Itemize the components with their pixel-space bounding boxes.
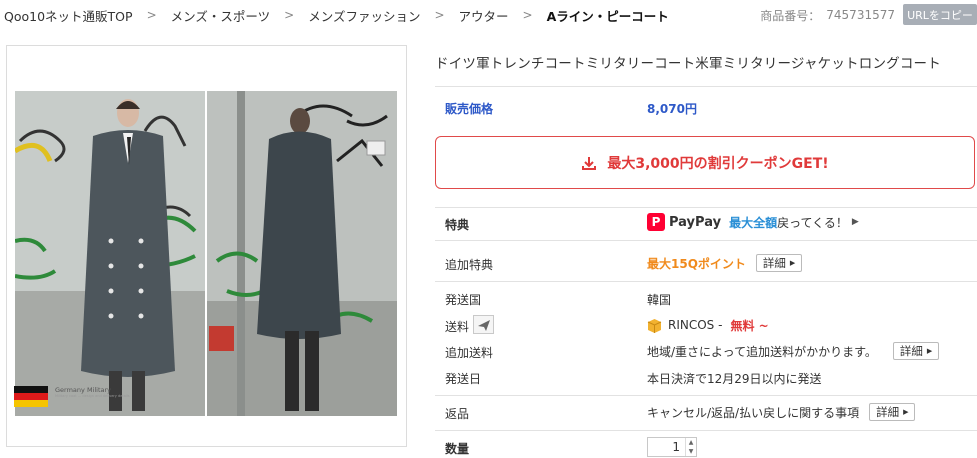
ship-date-value: 本日決済で12月29日以内に発送 — [647, 372, 822, 386]
product-photo-front — [15, 91, 205, 416]
product-image-panel[interactable]: Germany Military Military coat — design … — [6, 45, 407, 447]
divider — [435, 86, 977, 87]
extra-shipping-label: 追加送料 — [445, 346, 494, 360]
divider — [435, 395, 977, 396]
triangle-right-icon: ▶ — [789, 259, 796, 267]
image-caption-sub: Military coat — design and delivery deta… — [55, 394, 130, 399]
quantity-spinner[interactable]: ▲ ▼ — [685, 438, 696, 456]
paypay-rest: 戻ってくる！ — [777, 215, 848, 230]
detail-button-label: 詳細 — [876, 405, 900, 419]
plane-icon[interactable] — [473, 315, 494, 334]
divider — [435, 430, 977, 431]
image-caption-title: Germany Military — [55, 386, 112, 394]
breadcrumb-separator: > — [146, 8, 157, 22]
extra-benefit-row: 最大15Qポイント 詳細 ▶ — [647, 253, 803, 273]
breadcrumb-current-category[interactable]: Aライン・ピーコート — [547, 6, 669, 25]
product-number-value: 745731577 — [826, 8, 895, 22]
divider — [435, 281, 977, 282]
download-icon — [582, 156, 597, 170]
divider — [435, 207, 977, 208]
extra-shipping-value: 地域/重さによって追加送料がかかります。 — [647, 344, 877, 359]
paypay-text: PayPay — [669, 214, 722, 230]
returns-label: 返品 — [445, 407, 470, 421]
quantity-label: 数量 — [445, 442, 470, 456]
breadcrumb-separator: > — [522, 8, 533, 22]
detail-button-label: 詳細 — [762, 256, 786, 270]
returns-row: キャンセル/返品/払い戻しに関する事項 詳細 ▶ — [647, 402, 916, 422]
germany-flag — [14, 386, 48, 407]
triangle-right-icon: ▶ — [851, 217, 859, 227]
origin-value: 韓国 — [647, 293, 672, 307]
product-photo-back — [207, 91, 397, 416]
breadcrumb-outer[interactable]: アウター — [459, 6, 509, 25]
returns-value: キャンセル/返品/払い戻しに関する事項 — [647, 405, 860, 420]
shipping-row: RINCOS - 無料 ~ — [647, 316, 769, 334]
coupon-label: 最大3,000円の割引クーポンGET! — [607, 155, 829, 172]
ship-date-label: 発送日 — [445, 372, 482, 386]
breadcrumb-mens-fashion[interactable]: メンズファッション — [308, 6, 420, 25]
triangle-right-icon: ▶ — [903, 408, 909, 416]
spinner-down-icon[interactable]: ▼ — [686, 447, 696, 456]
product-number: 商品番号： 745731577 — [760, 4, 895, 26]
quantity-stepper[interactable]: 1 ▲ ▼ — [647, 437, 697, 457]
shipping-fee: 無料 ~ — [730, 318, 769, 333]
breadcrumb: Qoo10ネット通販TOP > メンズ・スポーツ > メンズファッション > ア… — [4, 4, 669, 26]
returns-detail-button[interactable]: 詳細 ▶ — [869, 403, 916, 421]
breadcrumb-separator: > — [434, 8, 445, 22]
box-icon — [647, 318, 662, 333]
spinner-up-icon[interactable]: ▲ — [686, 438, 696, 447]
price-label: 販売価格 — [445, 102, 494, 116]
extra-benefit-label: 追加特典 — [445, 258, 494, 272]
detail-button-label: 詳細 — [899, 344, 923, 358]
benefit-label: 特典 — [445, 218, 470, 232]
shipping-carrier: RINCOS - — [668, 318, 723, 332]
breadcrumb-mens-sports[interactable]: メンズ・スポーツ — [171, 6, 271, 25]
price-value: 8,070円 — [647, 102, 697, 116]
extra-shipping-row: 地域/重さによって追加送料がかかります。 詳細 ▶ — [647, 341, 940, 361]
product-number-label: 商品番号： — [760, 8, 821, 23]
quantity-value[interactable]: 1 — [648, 438, 685, 456]
triangle-right-icon: ▶ — [926, 347, 933, 355]
breadcrumb-top[interactable]: Qoo10ネット通販TOP — [4, 6, 133, 25]
origin-label: 発送国 — [445, 293, 482, 307]
extra-benefit-value: 最大15Qポイント — [647, 256, 746, 271]
image-caption: Germany Military Military coat — design … — [55, 386, 130, 399]
shipping-label: 送料 — [445, 320, 470, 334]
paypay-benefit[interactable]: P PayPay 最大全額 戻ってくる！ ▶ — [647, 212, 859, 232]
extra-benefit-detail-button[interactable]: 詳細 ▶ — [755, 254, 803, 272]
coupon-button[interactable]: 最大3,000円の割引クーポンGET! — [435, 136, 975, 189]
paypay-logo: P — [647, 213, 665, 231]
copy-url-button[interactable]: URLをコピー — [903, 4, 977, 25]
paypay-highlight: 最大全額 — [729, 215, 778, 230]
product-title: ドイツ軍トレンチコートミリタリーコート米軍ミリタリージャケットロングコート — [435, 56, 941, 72]
breadcrumb-separator: > — [284, 8, 295, 22]
divider — [435, 240, 977, 241]
extra-shipping-detail-button[interactable]: 詳細 ▶ — [892, 342, 940, 360]
